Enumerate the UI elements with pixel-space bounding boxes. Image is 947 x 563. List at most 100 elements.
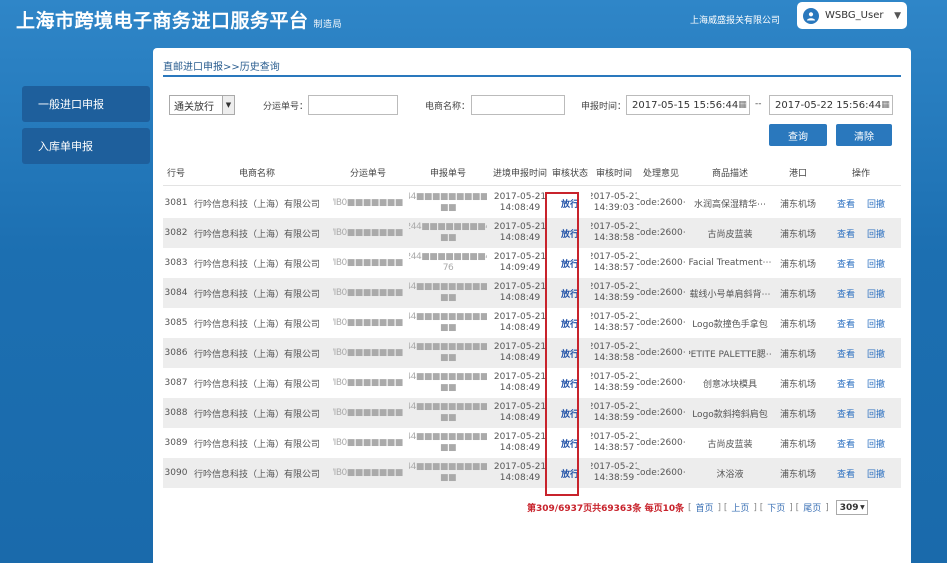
view-link[interactable]: 查看 <box>837 227 855 240</box>
cell-declaration-no-line: 2244■■■■■■■■■■0 <box>409 462 487 472</box>
withdraw-link[interactable]: 回撤 <box>867 437 885 450</box>
cell-audit-status-text[interactable]: 放行 <box>561 317 579 330</box>
status-select[interactable]: 通关放行 ▼ <box>169 95 235 115</box>
view-link[interactable]: 查看 <box>837 257 855 270</box>
cell-audit-status[interactable]: 放行 <box>552 398 588 428</box>
withdraw-link[interactable]: 回撤 <box>867 197 885 210</box>
cell-audit-time: 2017-05-2114:38:57 <box>591 428 637 458</box>
clear-button[interactable]: 清除 <box>836 124 892 146</box>
withdraw-link[interactable]: 回撤 <box>867 317 885 330</box>
cell-audit-status[interactable]: 放行 <box>552 278 588 308</box>
table-row: 3088 行吟信息科技（上海）有限公司 WIB0■■■■■■■■ 2244■■■■■■… <box>163 398 901 428</box>
cell-remark: [Code:2600⋯ <box>637 278 685 308</box>
table-row: 3089 行吟信息科技（上海）有限公司 WIB0■■■■■■■■ 2244■■■■■■… <box>163 428 901 458</box>
cell-audit-status[interactable]: 放行 <box>552 188 588 218</box>
chevron-down-icon: ▼ <box>894 10 901 21</box>
date-from-field[interactable]: 2017-05-15 15:56:44 ▦ <box>626 95 750 115</box>
cell-audit-status-text[interactable]: 放行 <box>561 437 579 450</box>
col-header: 审核时间 <box>595 169 632 179</box>
cell-audit-status-text[interactable]: 放行 <box>561 347 579 360</box>
pager-next[interactable]: 下页 <box>767 501 785 514</box>
pager-last[interactable]: 尾页 <box>803 501 821 514</box>
cell-audit-time: 2017-05-2114:38:58 <box>591 338 637 368</box>
breadcrumb[interactable]: 直邮进口申报>>历史查询 <box>163 58 280 73</box>
table-body: 3081 行吟信息科技（上海）有限公司 WIB0■■■■■■■■ 2244■■■■■■… <box>163 188 901 488</box>
withdraw-link[interactable]: 回撤 <box>867 407 885 420</box>
platform-title-text: 上海市跨境电子商务进口服务平台 <box>16 10 309 32</box>
merchant-input[interactable] <box>471 95 565 115</box>
table-row: 3090 行吟信息科技（上海）有限公司 WIB0■■■■■■■■ 2244■■■■■■… <box>163 458 901 488</box>
withdraw-link[interactable]: 回撤 <box>867 287 885 300</box>
cell-audit-status[interactable]: 放行 <box>552 338 588 368</box>
cell-remark-text: [Code:2600⋯ <box>637 438 685 448</box>
withdraw-link[interactable]: 回撤 <box>867 257 885 270</box>
cell-declaration-no-line: ■■ <box>439 383 457 393</box>
view-link[interactable]: 查看 <box>837 437 855 450</box>
date-to-field[interactable]: 2017-05-22 15:56:44 ▦ <box>769 95 893 115</box>
cell-audit-status[interactable]: 放行 <box>552 458 588 488</box>
cell-declaration-no-line: ■■ <box>439 293 457 303</box>
cell-split-no: WIB0■■■■■■■■ <box>333 338 403 368</box>
table-row: 3085 行吟信息科技（上海）有限公司 WIB0■■■■■■■■ 2244■■■■■■… <box>163 308 901 338</box>
cell-audit-status-text[interactable]: 放行 <box>561 257 579 270</box>
cell-goods-desc-text: Facial Treatment⋯ <box>689 258 771 268</box>
view-link[interactable]: 查看 <box>837 317 855 330</box>
cell-split-no-text: WIB0■■■■■■■■ <box>333 378 403 388</box>
cell-split-no-text: WIB0■■■■■■■■ <box>333 348 403 358</box>
cell-audit-status[interactable]: 放行 <box>552 368 588 398</box>
cell-audit-status[interactable]: 放行 <box>552 308 588 338</box>
cell-row-no: 3086 <box>163 338 189 368</box>
split-no-input[interactable] <box>308 95 398 115</box>
cell-audit-status-text[interactable]: 放行 <box>561 467 579 480</box>
cell-goods-desc-text: 古尚皮蓝装 <box>707 439 753 450</box>
cell-audit-status[interactable]: 放行 <box>552 218 588 248</box>
merchant-label: 电商名称： <box>425 102 471 112</box>
platform-subtitle: 制造局 <box>313 20 343 30</box>
cell-audit-time-line: 2017-05-21 <box>591 252 637 262</box>
user-dropdown[interactable]: WSBG_User ▼ <box>797 2 907 29</box>
cell-port-text: 浦东机场 <box>779 319 816 330</box>
view-link[interactable]: 查看 <box>837 347 855 360</box>
sidebar-item-general-import[interactable]: 一般进口申报 <box>22 86 150 122</box>
cell-row-no: 3090 <box>163 458 189 488</box>
cell-audit-status-text[interactable]: 放行 <box>561 377 579 390</box>
withdraw-link[interactable]: 回撤 <box>867 467 885 480</box>
cell-entry-time: 2017-05-21 14:08:49 <box>489 458 551 488</box>
sidebar-item-warehouse-entry[interactable]: 入库单申报 <box>22 128 150 164</box>
view-link[interactable]: 查看 <box>837 407 855 420</box>
cell-audit-time: 2017-05-2114:38:58 <box>591 218 637 248</box>
cell-split-no-text: WIB0■■■■■■■■ <box>333 468 403 478</box>
cell-entry-time: 2017-05-21 14:08:49 <box>489 398 551 428</box>
cell-declaration-no-line: ■■ <box>439 413 457 423</box>
cell-audit-status[interactable]: 放行 <box>552 248 588 278</box>
cell-audit-status-text[interactable]: 放行 <box>561 227 579 240</box>
cell-remark-text: [Code:2600⋯ <box>637 258 685 268</box>
withdraw-link[interactable]: 回撤 <box>867 227 885 240</box>
withdraw-link[interactable]: 回撤 <box>867 347 885 360</box>
cell-port: 浦东机场 <box>775 278 821 308</box>
cell-declaration-no: 2244■■■■■■■■■■0■■ <box>409 428 487 458</box>
cell-audit-time-line: 2017-05-21 <box>591 432 637 442</box>
cell-audit-status[interactable]: 放行 <box>552 428 588 458</box>
cell-split-no-text: WIB0■■■■■■■■ <box>333 318 403 328</box>
withdraw-link[interactable]: 回撤 <box>867 377 885 390</box>
query-button[interactable]: 查询 <box>769 124 827 146</box>
cell-entry-time-line: 14:08:49 <box>499 203 541 213</box>
cell-split-no: WIB0■■■■■■■■ <box>333 428 403 458</box>
pager-first[interactable]: 首页 <box>695 501 713 514</box>
pager-prev[interactable]: 上页 <box>731 501 749 514</box>
cell-goods-desc-text: 载线小号单肩斜背⋯ <box>689 289 771 300</box>
view-link[interactable]: 查看 <box>837 467 855 480</box>
cell-merchant-text: 行吟信息科技（上海）有限公司 <box>193 409 320 420</box>
view-link[interactable]: 查看 <box>837 197 855 210</box>
page-select[interactable]: 309 ▼ <box>835 500 868 515</box>
cell-audit-status-text[interactable]: 放行 <box>561 287 579 300</box>
cell-merchant-text: 行吟信息科技（上海）有限公司 <box>193 379 320 390</box>
cell-entry-time-line: 2017-05-21 <box>493 402 547 412</box>
cell-audit-status-text[interactable]: 放行 <box>561 197 579 210</box>
cell-row-no: 3084 <box>163 278 189 308</box>
view-link[interactable]: 查看 <box>837 377 855 390</box>
cell-audit-time-line: 2017-05-21 <box>591 342 637 352</box>
view-link[interactable]: 查看 <box>837 287 855 300</box>
cell-audit-status-text[interactable]: 放行 <box>561 407 579 420</box>
